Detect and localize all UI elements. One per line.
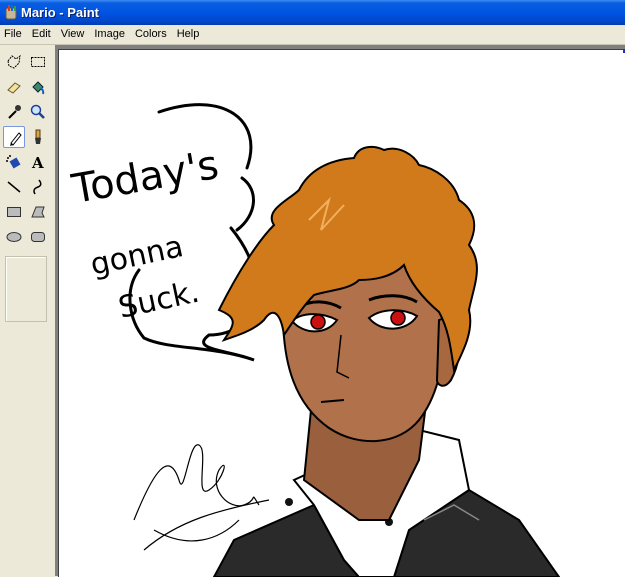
fill-bucket-icon (32, 81, 45, 95)
menu-bar: File Edit View Image Colors Help (0, 25, 625, 45)
menu-view[interactable]: View (56, 25, 90, 44)
eraser-icon (7, 82, 21, 94)
tool-options-box[interactable] (5, 256, 47, 322)
rectangle-select-tool[interactable] (27, 51, 49, 73)
right-iris (390, 310, 406, 326)
speech-bubble-curve (235, 176, 255, 232)
free-form-select-icon (7, 54, 21, 69)
menu-colors[interactable]: Colors (130, 25, 172, 44)
magnifier-tool[interactable] (27, 101, 49, 123)
text-tool-glyph: A (31, 154, 44, 171)
brush-tool[interactable] (27, 126, 49, 148)
paint-app-icon (5, 5, 17, 20)
artwork: Today's gonna Suck. (68, 103, 561, 577)
shirt-button (285, 498, 293, 506)
airbrush-tool[interactable] (3, 151, 25, 173)
title-bar[interactable]: Mario - Paint (0, 0, 625, 25)
bubble-line-1: Today's (68, 142, 222, 213)
left-iris (310, 314, 326, 330)
brush-icon (35, 129, 41, 144)
rectangle-tool[interactable] (3, 201, 25, 223)
pick-color-tool[interactable] (3, 101, 25, 123)
magnifier-icon (30, 104, 45, 119)
line-tool[interactable] (3, 176, 25, 198)
polygon-icon (31, 206, 45, 218)
curve-icon (33, 179, 42, 195)
menu-image[interactable]: Image (89, 25, 130, 44)
bubble-line-3: Suck. (115, 275, 202, 326)
rounded-rectangle-tool[interactable] (27, 226, 49, 248)
pencil-tool[interactable] (3, 126, 25, 148)
menu-help[interactable]: Help (172, 25, 205, 44)
curve-tool[interactable] (27, 176, 49, 198)
window-title: Mario - Paint (21, 5, 100, 20)
pick-color-icon (8, 105, 21, 119)
rounded-rectangle-icon (31, 232, 45, 242)
drawing-canvas[interactable]: Today's gonna Suck. (58, 49, 625, 577)
polygon-tool[interactable] (27, 201, 49, 223)
canvas-area: Today's gonna Suck. (55, 45, 625, 577)
free-form-select-tool[interactable] (3, 51, 25, 73)
text-tool[interactable]: A (27, 151, 49, 173)
pencil-icon (10, 132, 22, 146)
eraser-tool[interactable] (3, 76, 25, 98)
fill-tool[interactable] (27, 76, 49, 98)
text-tool-icon: A (31, 154, 44, 171)
rectangle-icon (7, 207, 21, 217)
airbrush-icon (6, 155, 21, 169)
ellipse-icon (6, 232, 22, 242)
menu-file[interactable]: File (0, 25, 27, 44)
line-icon (7, 181, 21, 193)
rectangle-select-icon (31, 57, 45, 67)
menu-edit[interactable]: Edit (27, 25, 56, 44)
toolbox: A (0, 45, 55, 576)
ellipse-tool[interactable] (3, 226, 25, 248)
